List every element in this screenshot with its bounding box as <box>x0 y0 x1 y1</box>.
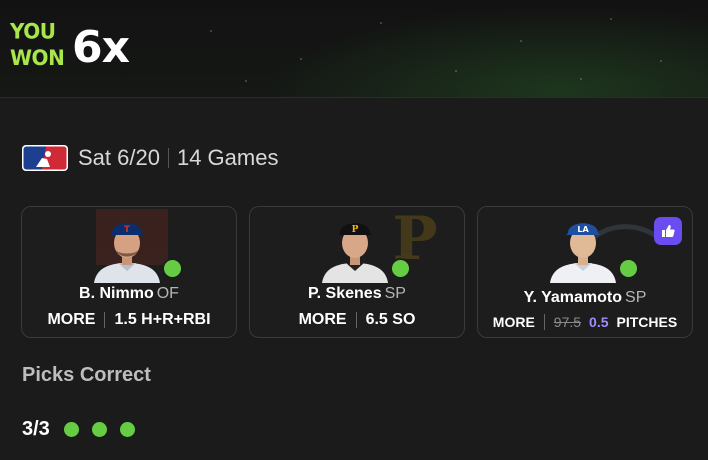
player-position: SP <box>384 285 406 302</box>
slate-games-count: 14 Games <box>176 145 279 170</box>
pick-correct-indicator <box>390 258 411 279</box>
pick-line-value: 6.5 <box>365 311 388 328</box>
svg-text:LA: LA <box>577 225 589 234</box>
player-info: Y. Yamamoto SP <box>478 289 692 307</box>
payout-screen: YOU WON 6x Sat 6/20 14 Games T B. Nimmo … <box>0 0 708 460</box>
picks-correct-count: 3/3 <box>22 418 50 440</box>
mlb-logo-icon <box>22 145 68 171</box>
you-won-label: YOU WON <box>10 18 65 72</box>
pick-result-dot <box>119 422 135 437</box>
slate-date: Sat 6/20 <box>78 145 160 170</box>
pick-result-dot <box>91 422 107 437</box>
player-position: SP <box>625 289 647 306</box>
svg-text:T: T <box>124 225 131 235</box>
player-info: P. Skenes SP <box>250 285 464 303</box>
pick-correct-indicator <box>618 258 639 279</box>
player-position: OF <box>156 285 179 302</box>
pick-line-value: 0.5 <box>589 314 609 330</box>
pick-direction: MORE <box>298 311 347 328</box>
pick-detail: MORE 6.5 SO <box>250 311 464 329</box>
slate-header: Sat 6/20 14 Games <box>22 143 278 173</box>
pick-card-yamamoto[interactable]: LA Y. Yamamoto SP MORE 97.5 0.5 PITCHES <box>477 206 693 338</box>
pick-result-dot <box>63 422 79 437</box>
pick-direction: MORE <box>492 314 535 330</box>
player-headshot: P <box>322 223 388 283</box>
pick-card-nimmo[interactable]: T B. Nimmo OF MORE 1.5 H+R+RBI <box>21 206 237 338</box>
player-headshot: LA <box>550 223 616 283</box>
you-won-line1: YOU <box>10 18 56 44</box>
player-headshot: T <box>94 223 160 283</box>
picks-correct-title: Picks Correct <box>22 364 151 386</box>
pick-divider <box>355 312 357 328</box>
original-line-value: 97.5 <box>553 314 582 330</box>
payout-multiplier: 6x <box>72 22 130 73</box>
pick-divider <box>104 312 106 328</box>
player-name: Y. Yamamoto <box>523 289 623 306</box>
pick-stat: SO <box>392 311 416 328</box>
picks-correct-summary: 3/3 <box>22 418 148 441</box>
slate-divider <box>167 148 169 168</box>
pick-line-value: 1.5 <box>114 311 137 328</box>
pick-correct-indicator <box>162 258 183 279</box>
pick-stat: PITCHES <box>616 314 678 330</box>
promo-badge[interactable] <box>654 217 682 245</box>
pick-detail: MORE 1.5 H+R+RBI <box>22 311 236 329</box>
player-name: P. Skenes <box>308 285 382 302</box>
win-banner: YOU WON 6x <box>0 0 708 98</box>
thumbs-up-icon <box>662 225 675 237</box>
pick-stat: H+R+RBI <box>141 311 211 328</box>
pick-detail: MORE 97.5 0.5 PITCHES <box>478 314 692 330</box>
pick-direction: MORE <box>47 311 96 328</box>
pick-card-skenes[interactable]: P P P. Skenes SP MORE 6.5 SO <box>249 206 465 338</box>
svg-text:P: P <box>352 225 359 235</box>
player-name: B. Nimmo <box>79 285 154 302</box>
pick-divider <box>543 314 545 330</box>
you-won-line2: WON <box>10 45 65 71</box>
player-info: B. Nimmo OF <box>22 285 236 303</box>
